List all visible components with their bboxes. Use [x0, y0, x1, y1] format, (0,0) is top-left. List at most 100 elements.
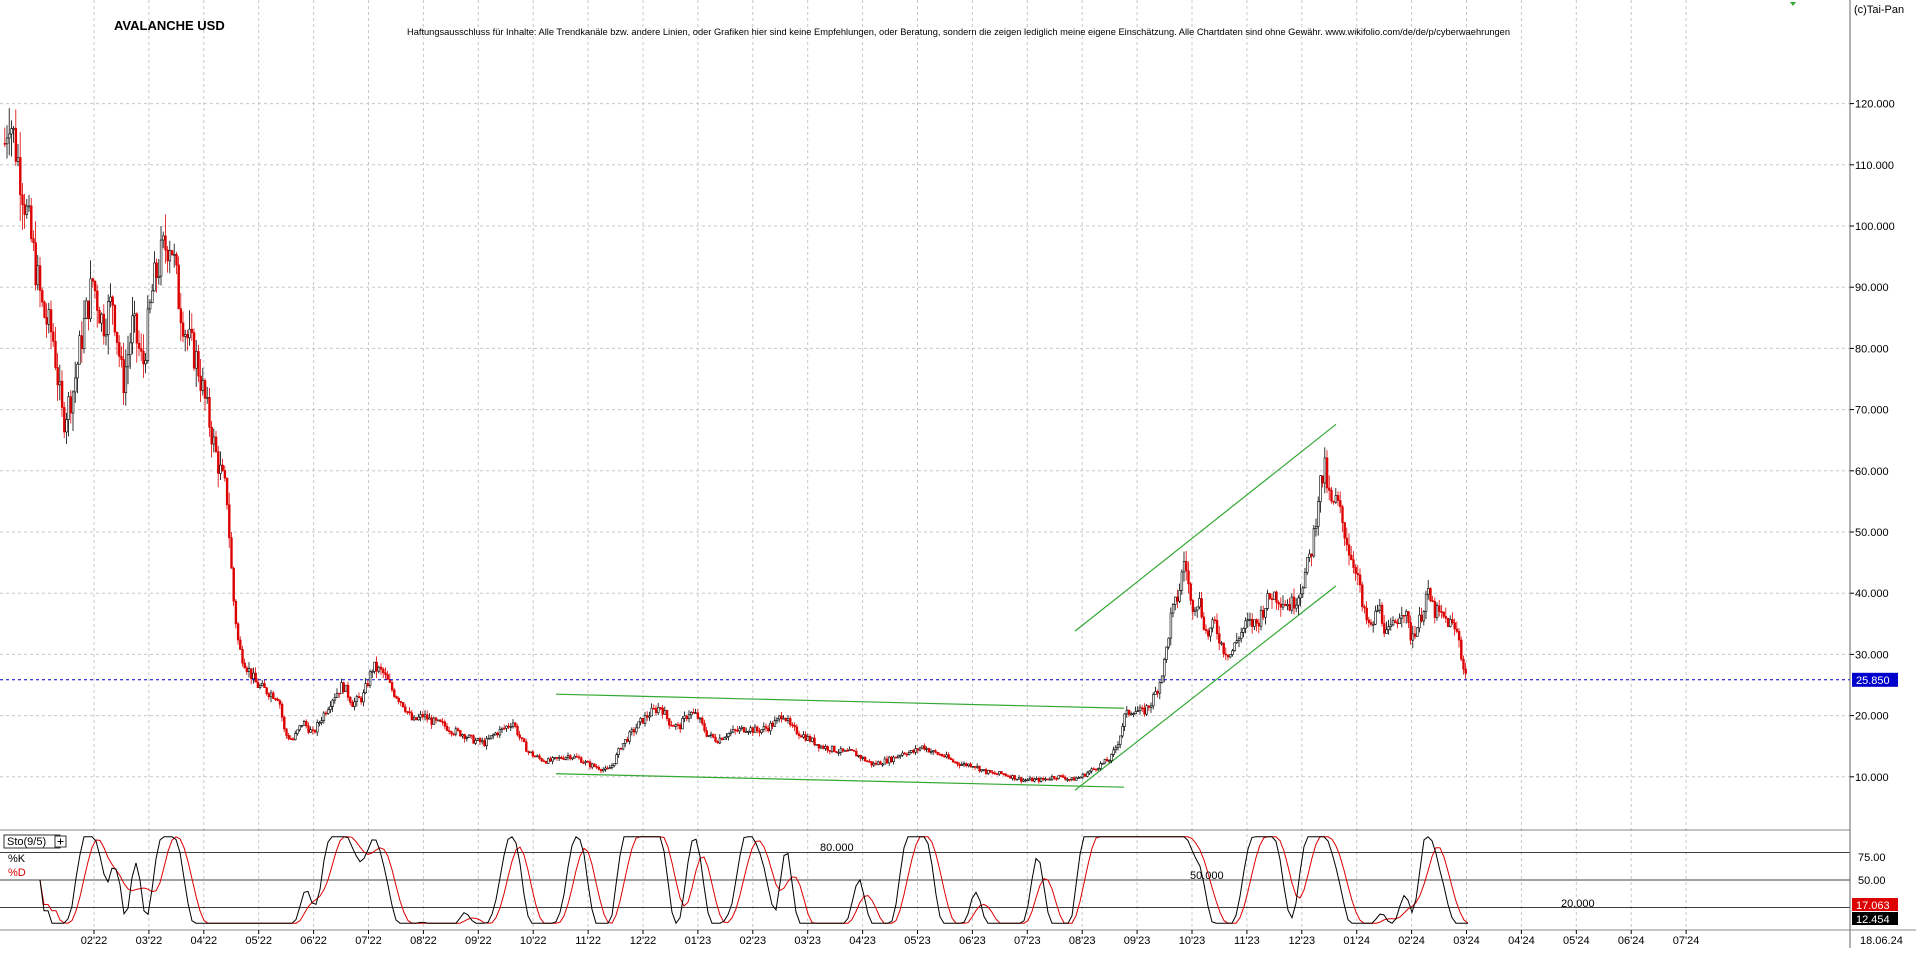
- candle-body: [1343, 522, 1346, 539]
- candle-body: [342, 682, 345, 693]
- candle-body: [214, 436, 218, 452]
- candle-body: [153, 262, 156, 292]
- candle-body: [452, 733, 455, 736]
- candle-body: [544, 761, 548, 764]
- x-tick-label: 04'23: [849, 935, 876, 947]
- candle-body: [8, 133, 11, 139]
- candle-body: [1028, 777, 1032, 781]
- candle-body: [740, 726, 744, 729]
- candle-body: [1418, 614, 1421, 629]
- candle-body: [327, 709, 330, 714]
- candle-body: [940, 754, 944, 757]
- candle-body: [1138, 707, 1142, 712]
- candle-body: [949, 758, 953, 761]
- candle-body: [1306, 557, 1309, 573]
- candle-body: [659, 707, 662, 709]
- candle-body: [419, 714, 422, 718]
- candle-body: [1145, 705, 1148, 715]
- candle-body: [857, 754, 860, 757]
- candle-body: [1264, 608, 1267, 618]
- candle-body: [672, 725, 675, 727]
- candle-body: [371, 671, 374, 673]
- candle-body: [751, 727, 755, 733]
- candle-body: [232, 567, 235, 602]
- x-tick-label: 10'23: [1179, 935, 1206, 947]
- candle-body: [716, 741, 719, 744]
- candle-body: [487, 737, 491, 740]
- candle-body: [597, 767, 601, 770]
- candle-body: [1281, 604, 1285, 608]
- candle-body: [729, 731, 733, 734]
- candle-body: [184, 334, 187, 337]
- candle-body: [316, 722, 319, 733]
- candle-body: [881, 763, 884, 766]
- candle-body: [736, 729, 739, 732]
- candle-body: [1094, 768, 1098, 771]
- candle-body: [511, 722, 515, 727]
- candle-body: [1006, 775, 1010, 777]
- stock-chart[interactable]: 10.000 20.000 30.000 40.000 50.000 60.000 70.0…: [0, 0, 1916, 948]
- candle-body: [1114, 746, 1118, 751]
- candle-body: [582, 762, 585, 764]
- candle-body: [973, 766, 977, 768]
- candle-body: [368, 671, 372, 686]
- candle-body: [555, 757, 559, 759]
- level-80-label: 80.000: [820, 842, 854, 854]
- candle-body: [547, 758, 550, 764]
- candle-body: [23, 204, 26, 215]
- candle-body: [322, 712, 326, 721]
- candle-body: [654, 708, 658, 713]
- candle-body: [868, 760, 871, 763]
- candle-body: [817, 744, 821, 749]
- candle-body: [575, 755, 579, 758]
- candle-body: [80, 335, 84, 349]
- candle-body: [1292, 596, 1296, 609]
- candle-body: [826, 746, 829, 751]
- candle-body: [1460, 639, 1463, 660]
- candle-body: [199, 375, 202, 391]
- candle-body: [1444, 616, 1448, 619]
- candle-body: [126, 354, 130, 368]
- candle-body: [291, 738, 295, 741]
- candle-body: [819, 745, 823, 749]
- y-tick-label: 30.000: [1855, 649, 1889, 661]
- candle-body: [1378, 604, 1382, 611]
- candle-body: [679, 724, 682, 730]
- candle-body: [236, 623, 240, 641]
- candle-body: [1457, 631, 1461, 641]
- candle-body: [360, 697, 363, 703]
- candle-body: [113, 305, 117, 333]
- candle-body: [542, 760, 546, 763]
- candle-body: [914, 748, 917, 753]
- x-tick-label: 03'22: [136, 935, 163, 947]
- candle-body: [905, 753, 909, 756]
- candle-body: [976, 765, 979, 768]
- candle-body: [802, 734, 805, 738]
- candle-body: [1057, 775, 1060, 780]
- candle-body: [98, 310, 101, 324]
- candle-body: [1424, 593, 1428, 612]
- candle-body: [12, 127, 15, 130]
- candle-body: [192, 332, 196, 369]
- candle-body: [951, 759, 955, 763]
- candle-body: [49, 309, 53, 333]
- k-legend: %K: [8, 853, 26, 865]
- candle-body: [1325, 457, 1329, 489]
- candle-body: [903, 752, 906, 755]
- candle-body: [395, 696, 398, 699]
- candle-body: [107, 301, 110, 335]
- candle-body: [769, 722, 772, 732]
- candle-body: [998, 771, 1001, 775]
- candle-body: [346, 684, 350, 698]
- y-tick-label: 110.000: [1855, 160, 1894, 172]
- y-tick-label: 50.000: [1855, 527, 1889, 539]
- candle-body: [1042, 778, 1045, 780]
- candle-body: [65, 419, 68, 433]
- candle-body: [630, 729, 634, 733]
- candle-body: [1116, 744, 1120, 748]
- candle-body: [148, 302, 152, 310]
- candle-body: [1288, 604, 1291, 611]
- candle-body: [1156, 691, 1159, 694]
- candle-body: [936, 751, 939, 755]
- candle-body: [1061, 775, 1065, 778]
